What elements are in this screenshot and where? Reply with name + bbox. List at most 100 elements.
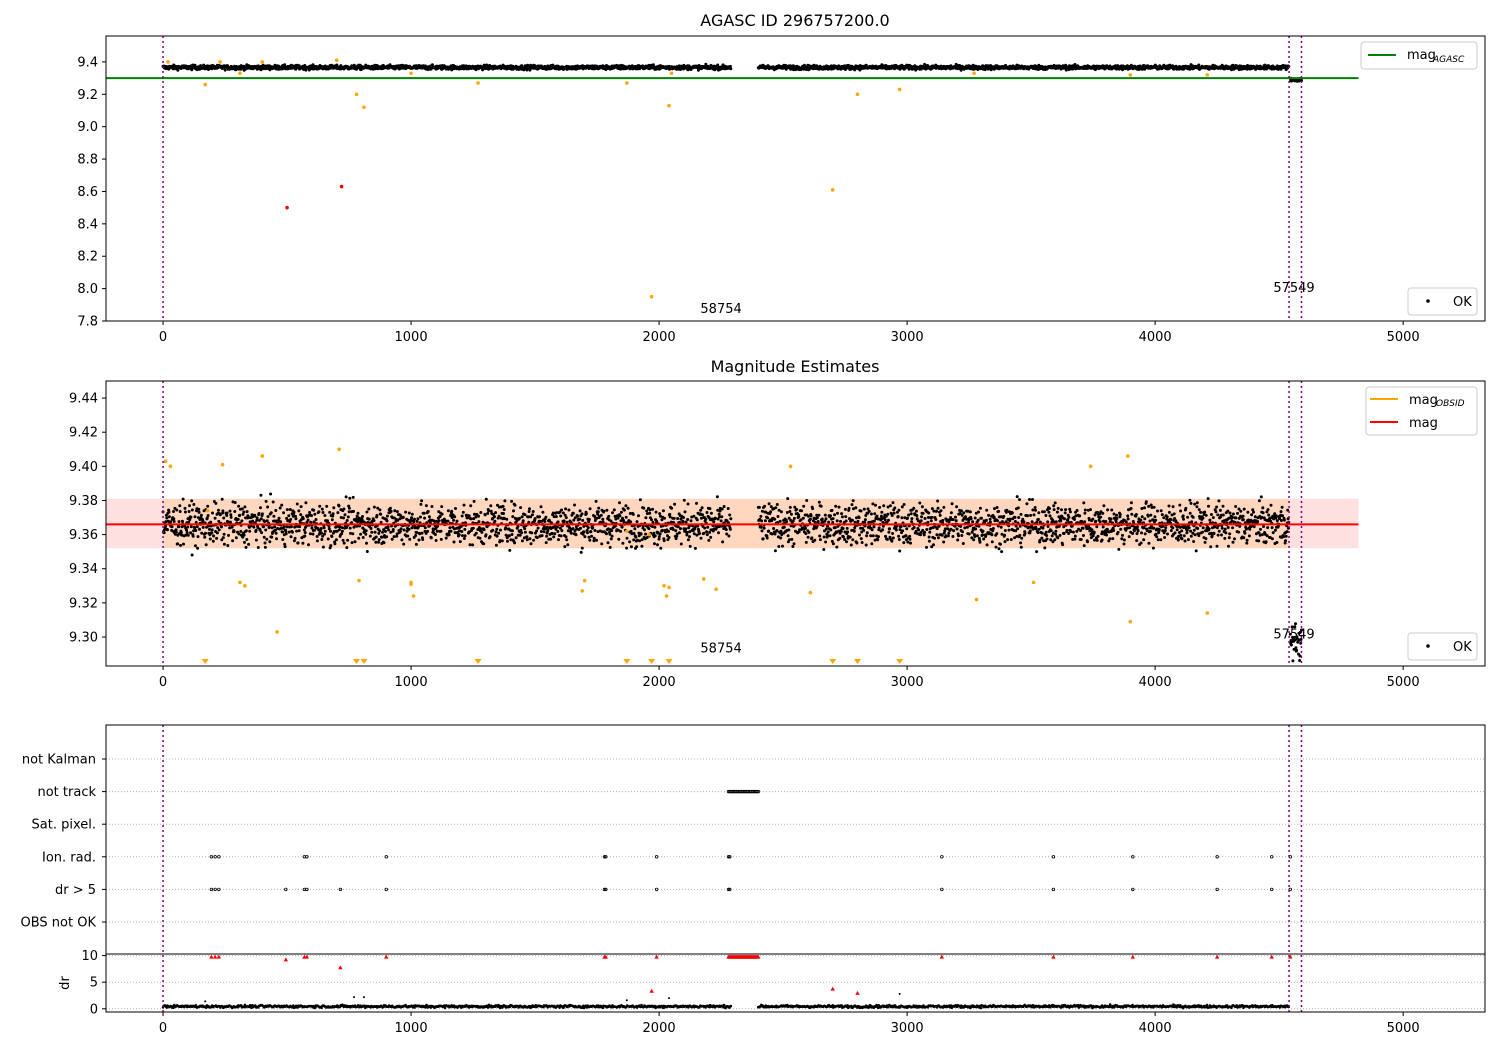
data-point-ok xyxy=(234,501,237,504)
data-point-ok xyxy=(450,510,453,513)
data-point-ok xyxy=(378,538,381,541)
data-point-ok xyxy=(557,538,560,541)
data-point-ok xyxy=(725,528,728,531)
y-tick-label: 9.4 xyxy=(77,55,98,70)
data-point-ok xyxy=(266,506,269,509)
data-point-ok xyxy=(811,507,814,510)
data-point-ok xyxy=(532,510,535,513)
data-point-obsid xyxy=(260,60,264,64)
data-point-ok xyxy=(411,513,414,516)
data-point-ok xyxy=(845,540,848,543)
data-point-obsid xyxy=(670,71,674,75)
data-point-obsid xyxy=(203,83,207,87)
data-point-ok xyxy=(309,532,312,535)
data-point-ok xyxy=(581,547,584,550)
legend-sub-agasc: AGASC xyxy=(1432,55,1465,65)
data-point-ok xyxy=(214,517,217,520)
data-point-ok xyxy=(888,527,891,530)
data-point-ok xyxy=(567,509,570,512)
data-point-ok xyxy=(325,505,328,508)
data-point-ok xyxy=(387,528,390,531)
x-tick-label: 0 xyxy=(159,330,167,345)
data-point-ok xyxy=(285,525,288,528)
data-point-ok xyxy=(427,510,430,513)
data-point-ok xyxy=(836,519,839,522)
data-point-ok xyxy=(200,514,203,517)
data-point-ok xyxy=(711,518,714,521)
data-point-ok xyxy=(878,506,881,509)
data-point-ok xyxy=(566,521,569,524)
data-point-ok xyxy=(530,542,533,545)
data-point-ok xyxy=(385,535,388,538)
data-point-ok xyxy=(648,512,651,515)
data-point-ok xyxy=(528,537,531,540)
data-point-ok xyxy=(570,532,573,535)
data-point-ok xyxy=(551,532,554,535)
data-point-ok xyxy=(526,538,529,541)
data-point-ok xyxy=(495,530,498,533)
data-point-ok xyxy=(790,538,793,541)
data-point-ok xyxy=(373,506,376,509)
y-tick-label: 8.8 xyxy=(77,153,98,168)
data-point-ok xyxy=(235,536,238,539)
data-point-ok xyxy=(841,515,844,518)
data-point-ok xyxy=(838,537,841,540)
data-point-ok xyxy=(196,525,199,528)
data-point-obsid xyxy=(625,81,629,85)
x-tick-label: 5000 xyxy=(1387,330,1420,345)
data-point-ok xyxy=(842,535,845,538)
data-point-ok xyxy=(823,536,826,539)
x-tick-label: 3000 xyxy=(891,330,924,345)
data-point-ok xyxy=(332,512,335,515)
data-point-ok xyxy=(835,546,838,549)
data-point-ok xyxy=(889,504,892,507)
data-point-ok xyxy=(620,511,623,514)
x-tick-label: 4000 xyxy=(1139,330,1172,345)
data-point-ok xyxy=(342,516,345,519)
data-point-ok xyxy=(524,531,527,534)
data-point-ok xyxy=(892,501,895,504)
data-point-ok xyxy=(534,517,537,520)
data-point-ok xyxy=(788,510,791,513)
data-point-ok xyxy=(373,519,376,522)
data-point-ok xyxy=(575,533,578,536)
data-point-ok xyxy=(543,530,546,533)
data-point-ok xyxy=(707,539,710,542)
data-point-obsid xyxy=(355,92,359,96)
data-point-ok xyxy=(439,515,442,518)
data-point-ok xyxy=(766,537,769,540)
data-point-ok xyxy=(678,531,681,534)
data-point-obsid xyxy=(898,88,902,92)
y-tick-label: 8.0 xyxy=(77,282,98,297)
data-point-ok xyxy=(480,531,483,534)
data-point-ok xyxy=(324,530,327,533)
data-point-ok xyxy=(340,532,343,535)
data-point-ok xyxy=(611,535,614,538)
data-point-ok xyxy=(684,527,687,530)
data-point-ok xyxy=(865,534,868,537)
data-point-ok xyxy=(653,526,656,529)
data-point-ok xyxy=(166,528,169,531)
data-point-ok xyxy=(378,508,381,511)
data-point-ok xyxy=(386,520,389,523)
data-point-ok xyxy=(601,518,604,521)
panel2-title: Magnitude Estimates xyxy=(711,357,880,376)
data-point-ok xyxy=(852,499,855,502)
data-point-ok xyxy=(607,541,610,544)
data-point-ok xyxy=(381,531,384,534)
data-point-ok xyxy=(328,511,331,514)
data-point-ok xyxy=(605,509,608,512)
data-point-ok xyxy=(469,543,472,546)
data-point-ok xyxy=(680,543,683,546)
data-point-ok xyxy=(536,536,539,539)
data-point-ok xyxy=(860,537,863,540)
data-point-ok xyxy=(893,507,896,510)
data-point-ok xyxy=(224,69,227,72)
data-point-ok xyxy=(621,542,624,545)
data-point-ok xyxy=(351,532,354,535)
data-point-ok xyxy=(257,546,260,549)
data-point-ok xyxy=(408,538,411,541)
data-point-ok xyxy=(176,542,179,545)
data-point-ok xyxy=(633,527,636,530)
data-point-ok xyxy=(909,538,912,541)
